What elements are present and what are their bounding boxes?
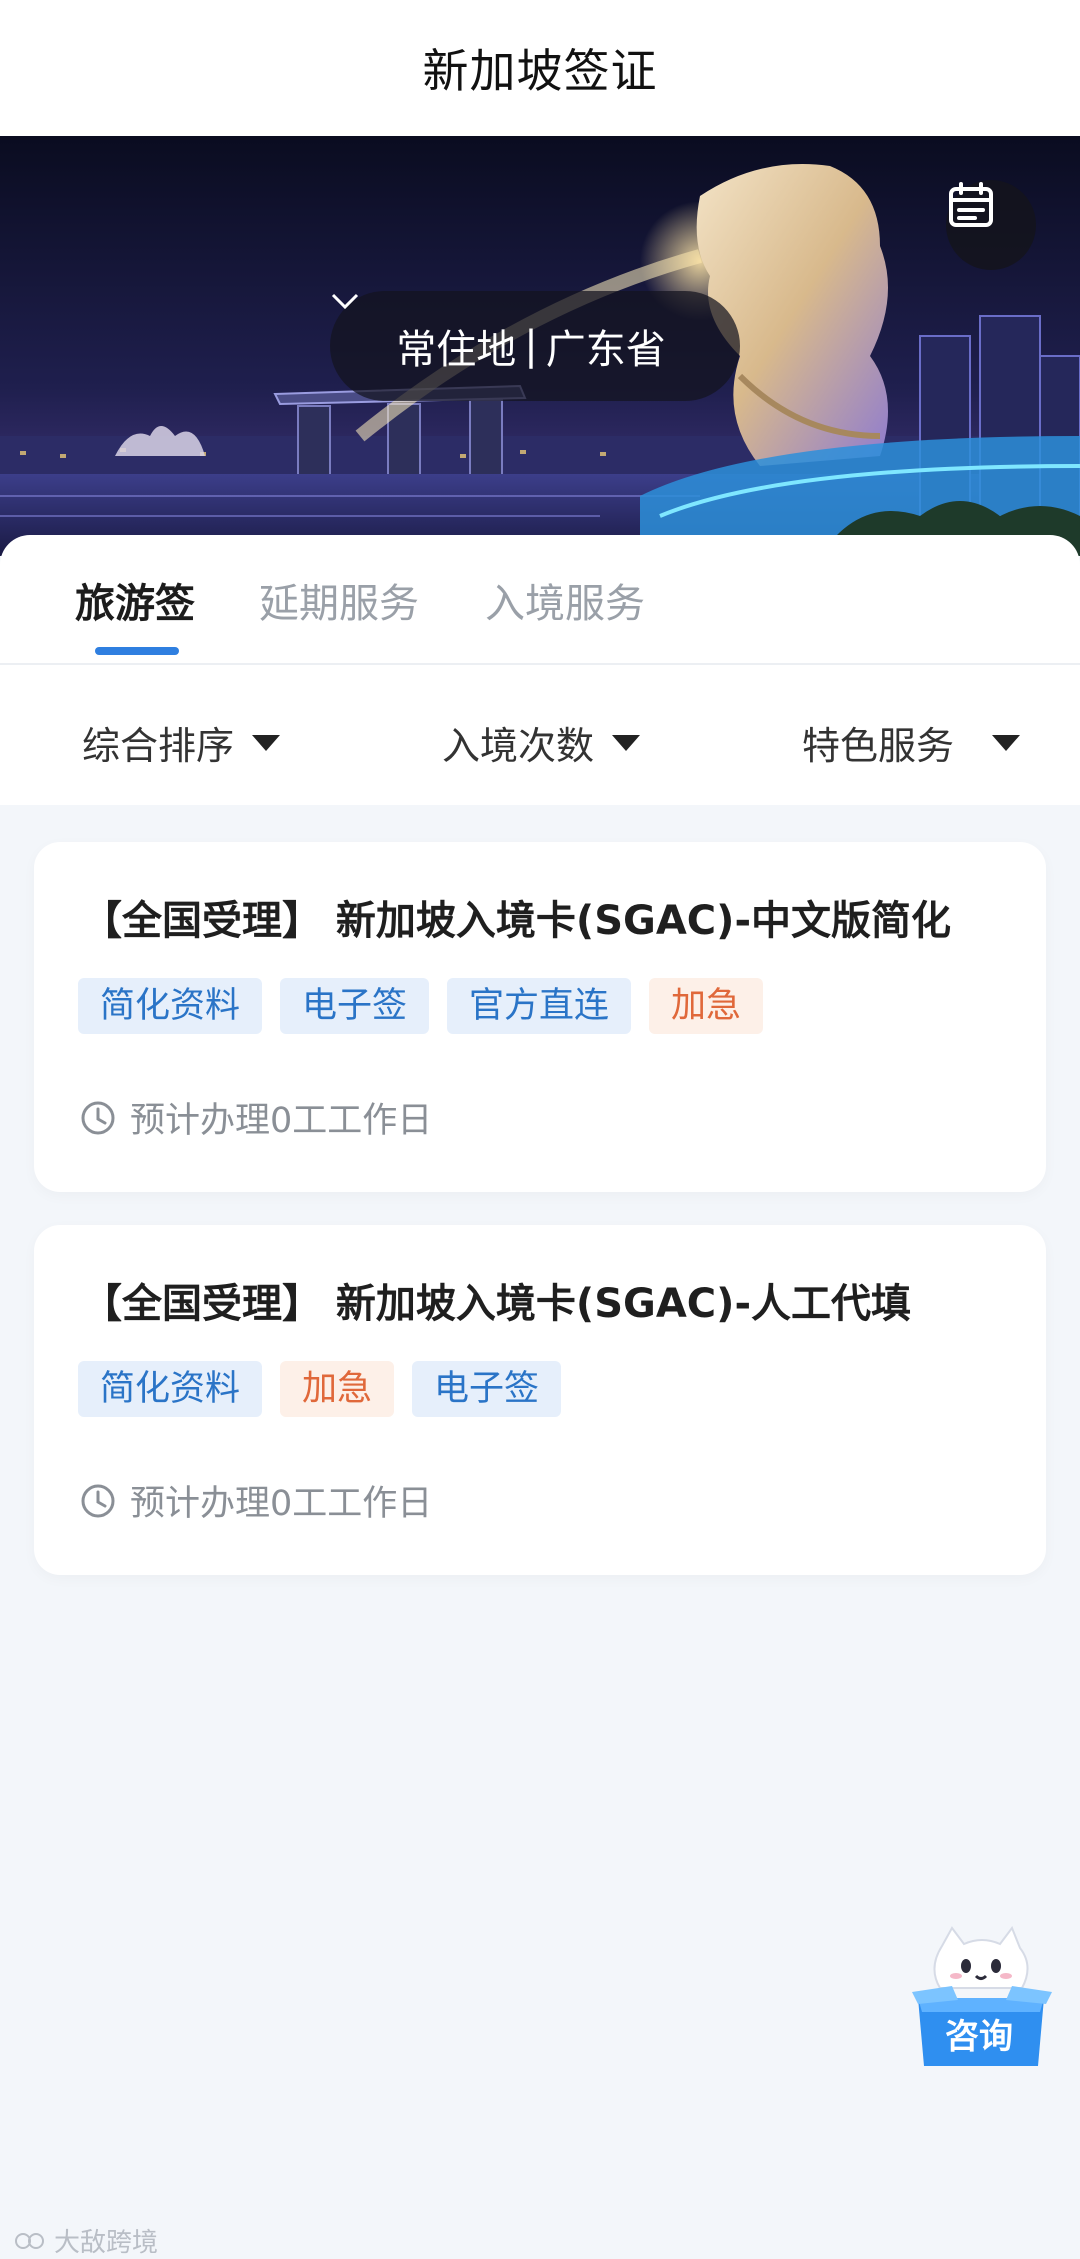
product-title: 【全国受理】 新加坡入境卡(SGAC)-人工代填 [82, 1281, 912, 1327]
watermark-logo-icon [15, 2232, 44, 2249]
tag-list: 简化资料 电子签 官方直连 加急 [78, 978, 781, 1034]
watermark-text: 大敌跨境 [54, 2228, 159, 2258]
residence-selector[interactable]: 常住地 | 广东省 [330, 291, 740, 401]
residence-label: 常住地 [396, 327, 517, 373]
residence-value: 广东省 [545, 327, 666, 373]
clock-icon [80, 1100, 116, 1136]
consult-label: 咨询 [945, 2017, 1013, 2057]
hero-banner: 常住地 | 广东省 [0, 136, 1080, 556]
watermark: 大敌跨境 [14, 2222, 158, 2259]
caret-down-icon [252, 734, 281, 751]
tag-list: 简化资料 加急 电子签 [78, 1361, 579, 1417]
filter-entry-count-label: 入境次数 [442, 724, 595, 768]
app-bar: 新加坡签证 [0, 0, 1080, 136]
filter-special-service-label: 特色服务 [802, 724, 955, 768]
consult-button[interactable]: 咨询 [912, 1925, 1052, 2071]
tab-tourist-visa[interactable]: 旅游签 [75, 571, 195, 629]
residence-separator: | [524, 323, 538, 369]
filter-sort[interactable]: 综合排序 [82, 715, 281, 770]
filter-sort-label: 综合排序 [82, 724, 235, 768]
calendar-button[interactable] [946, 180, 1036, 270]
visa-type-tabs: 旅游签 延期服务 入境服务 [0, 535, 1080, 665]
content-sheet: 旅游签 延期服务 入境服务 综合排序 入境次数 特色服务 [0, 535, 1080, 805]
tab-entry-service[interactable]: 入境服务 [485, 571, 645, 629]
filter-bar: 综合排序 入境次数 特色服务 [0, 665, 1080, 805]
clock-icon [80, 1483, 116, 1519]
tag-official-direct: 官方直连 [447, 978, 632, 1034]
product-card[interactable]: 【全国受理】 新加坡入境卡(SGAC)-中文版简化 简化资料 电子签 官方直连 … [34, 842, 1046, 1192]
page-title: 新加坡签证 [422, 44, 658, 98]
processing-time: 预计办理0工工作日 [80, 1475, 432, 1526]
product-title: 【全国受理】 新加坡入境卡(SGAC)-中文版简化 [82, 898, 952, 944]
caret-down-icon [992, 734, 1021, 751]
tag-e-visa: 电子签 [412, 1361, 562, 1417]
calendar-icon [949, 182, 993, 227]
tab-extension-service[interactable]: 延期服务 [259, 571, 419, 629]
processing-time: 预计办理0工工作日 [80, 1092, 432, 1143]
tag-simplified-docs: 简化资料 [78, 1361, 263, 1417]
product-card[interactable]: 【全国受理】 新加坡入境卡(SGAC)-人工代填 简化资料 加急 电子签 预计办… [34, 1225, 1046, 1575]
filter-entry-count[interactable]: 入境次数 [442, 715, 641, 770]
tag-simplified-docs: 简化资料 [78, 978, 263, 1034]
caret-down-icon [612, 734, 641, 751]
processing-time-text: 预计办理0工工作日 [130, 1484, 433, 1524]
tag-expedited: 加急 [280, 1361, 395, 1417]
processing-time-text: 预计办理0工工作日 [130, 1101, 433, 1141]
tag-expedited: 加急 [649, 978, 764, 1034]
active-tab-indicator [95, 647, 179, 655]
filter-special-service[interactable]: 特色服务 [802, 715, 1021, 770]
tag-e-visa: 电子签 [280, 978, 430, 1034]
